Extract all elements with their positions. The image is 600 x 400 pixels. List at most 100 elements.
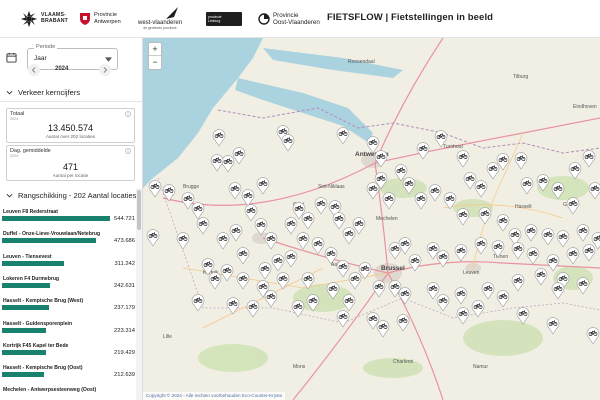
logo-west-vlaanderen[interactable]: west-vlaanderen de gedreven provincie xyxy=(138,0,182,38)
antwerpen-wordmark: Provincie Antwerpen xyxy=(94,12,121,24)
app-title: FIETSFLOW | Fietstellingen in beeld xyxy=(327,12,494,23)
sidebar-scroll-thumb[interactable] xyxy=(137,190,141,230)
info-icon[interactable] xyxy=(125,148,131,154)
next-year-button[interactable] xyxy=(99,64,111,76)
kpi-average-value: 471 xyxy=(62,162,79,172)
ranking-bar xyxy=(2,216,110,221)
ranking-bar xyxy=(2,327,47,333)
logo-provincie-antwerpen[interactable]: Provincie Antwerpen xyxy=(80,0,121,38)
ranking-section-title: Rangschikking - 202 Aantal locaties xyxy=(18,191,137,200)
zoom-out-button[interactable]: − xyxy=(149,56,161,69)
place-label: Namur xyxy=(473,364,488,370)
place-label: Tienen xyxy=(493,254,508,260)
place-label: Mons xyxy=(293,364,306,370)
map-attribution[interactable]: Copyright © 2024 - Alle rechten voorbeho… xyxy=(143,392,286,400)
vlaams-brabant-emblem-icon xyxy=(20,10,38,28)
ranking-value: 473.686 xyxy=(114,238,135,245)
ranking-row[interactable]: Leuven F8 Rederstraat 544.721 xyxy=(0,209,135,231)
ranking-value: 237.179 xyxy=(114,305,135,312)
ranking-location-name: Hasselt - Kempische Brug (West) xyxy=(3,298,84,305)
kpi-average-caption: Aantal per locatie xyxy=(52,173,89,178)
ranking-location-name: Duffel - Onze-Lieve-Vrouwlaan/Netebrug xyxy=(3,231,101,238)
logo-oost-vlaanderen[interactable]: Provincie Oost-Vlaanderen xyxy=(258,0,320,38)
ranking-bar xyxy=(2,238,96,244)
logo-line: Provincie xyxy=(273,11,299,19)
logo-line: Provincie xyxy=(94,12,118,19)
kpi-section-toggle[interactable]: Verkeer kerncijfers xyxy=(0,88,142,102)
ranking-row[interactable]: Hasselt - Guldensporenplein 223.314 xyxy=(0,321,135,343)
period-label: Periode xyxy=(34,44,58,50)
period-value: Jaar xyxy=(34,55,47,62)
place-label: Lille xyxy=(163,334,172,340)
kpi-total-caption: Aantal over 202 locaties xyxy=(45,134,96,139)
west-vlaanderen-arrow-icon xyxy=(166,6,178,19)
ranking-row[interactable]: Kortrijk F45 Kapel ter Bede 219.429 xyxy=(0,343,135,365)
place-label: Sint-Niklaas xyxy=(318,184,345,190)
logo-line: Antwerpen xyxy=(94,18,121,25)
place-label: Charleroi xyxy=(393,359,413,365)
kpi-total-value: 13.450.574 xyxy=(47,123,94,133)
map-canvas[interactable]: AntwerpenBrusselMechelenLeuvenGentBrugge… xyxy=(143,38,600,400)
place-label: Hasselt xyxy=(515,204,532,210)
zoom-in-button[interactable]: + xyxy=(149,43,161,56)
app-root: VLAAMS- BRABANT Provincie Antwerpen west… xyxy=(0,0,600,400)
kpi-total-card: Totaal 2024 13.450.574 Aantal over 202 l… xyxy=(6,108,135,143)
logo-line: Limburg xyxy=(208,18,221,23)
ranking-location-name: Mechelen - Antwerpsesteenweg (Oost) xyxy=(3,387,97,394)
ranking-value: 223.314 xyxy=(114,327,135,334)
ranking-row[interactable]: Leuven - Tiensevest 311.242 xyxy=(0,254,135,276)
oost-vlaanderen-wordmark: Provincie Oost-Vlaanderen xyxy=(273,12,320,26)
chevron-left-icon xyxy=(31,67,36,73)
chevron-down-icon xyxy=(6,193,13,198)
vlaams-brabant-wordmark: VLAAMS- BRABANT xyxy=(41,13,68,24)
kpi-average-year: 2024 xyxy=(10,154,19,158)
kpi-total-year: 2024 xyxy=(10,117,19,121)
ranking-bar xyxy=(2,305,49,311)
logo-line: Oost-Vlaanderen xyxy=(273,18,320,26)
zoom-control: + − xyxy=(148,42,162,70)
ranking-location-name: Hasselt - Kempische Brug (Oost) xyxy=(3,365,83,372)
ranking-bar xyxy=(2,282,51,288)
ranking-value: 242.631 xyxy=(114,282,135,289)
west-vlaanderen-tagline: de gedreven provincie xyxy=(143,25,177,30)
place-label: Brugge xyxy=(183,184,199,190)
ranking-location-name: Hasselt - Guldensporenplein xyxy=(3,320,73,327)
ranking-row[interactable]: Hasselt - Kempische Brug (West) 237.179 xyxy=(0,298,135,320)
place-label: Turnhout xyxy=(443,144,463,150)
ranking-row[interactable]: Lokeren F4 Durmebrug 242.631 xyxy=(0,276,135,298)
ranking-value: 219.429 xyxy=(114,349,135,356)
place-label: Roosendaal xyxy=(348,59,375,65)
map-view[interactable]: AntwerpenBrusselMechelenLeuvenGentBrugge… xyxy=(143,38,600,400)
sidebar: Periode Jaar 2024 Verkeer kerncijfers To… xyxy=(0,38,143,400)
ranking-location-name: Lokeren F4 Durmebrug xyxy=(3,275,60,282)
ranking-value: 544.721 xyxy=(114,216,135,222)
ranking-value: 311.242 xyxy=(114,260,135,267)
previous-year-button[interactable] xyxy=(28,64,40,76)
ranking-bar xyxy=(2,349,46,355)
chevron-down-icon xyxy=(6,90,13,95)
year-value: 2024 xyxy=(55,66,69,72)
oost-vlaanderen-swirl-icon xyxy=(258,12,270,25)
ranking-bar xyxy=(2,372,45,378)
logo-line: BRABANT xyxy=(41,18,69,24)
ranking-location-name: Leuven F8 Rederstraat xyxy=(3,209,58,215)
kpi-average-card: Dag. gemiddelde 2024 471 Aantal per loca… xyxy=(6,145,135,181)
ranking-row[interactable]: Mechelen - Antwerpsesteenweg (Oost) xyxy=(0,387,135,400)
place-label: Leuven xyxy=(463,270,480,276)
info-icon[interactable] xyxy=(125,111,131,117)
limburg-logo-box: provincie Limburg xyxy=(206,11,242,26)
logo-provincie-limburg[interactable]: provincie Limburg xyxy=(206,0,242,38)
ranking-row[interactable]: Duffel - Onze-Lieve-Vrouwlaan/Netebrug 47… xyxy=(0,231,135,253)
ranking-list: Leuven F8 Rederstraat 544.721 Duffel - Onz… xyxy=(0,209,142,400)
top-header: VLAAMS- BRABANT Provincie Antwerpen west… xyxy=(0,0,600,38)
ranking-value: 212.639 xyxy=(114,372,135,379)
year-stepper: 2024 xyxy=(0,62,142,78)
logo-vlaams-brabant[interactable]: VLAAMS- BRABANT xyxy=(20,0,68,38)
chevron-right-icon xyxy=(103,67,108,73)
antwerpen-shield-icon xyxy=(80,12,90,25)
ranking-row[interactable]: Hasselt - Kempische Brug (Oost) 212.639 xyxy=(0,365,135,387)
kpi-section-title: Verkeer kerncijfers xyxy=(18,88,81,97)
place-label: Brussel xyxy=(381,265,405,272)
place-label: Tilburg xyxy=(513,74,528,80)
ranking-bar xyxy=(2,260,64,266)
